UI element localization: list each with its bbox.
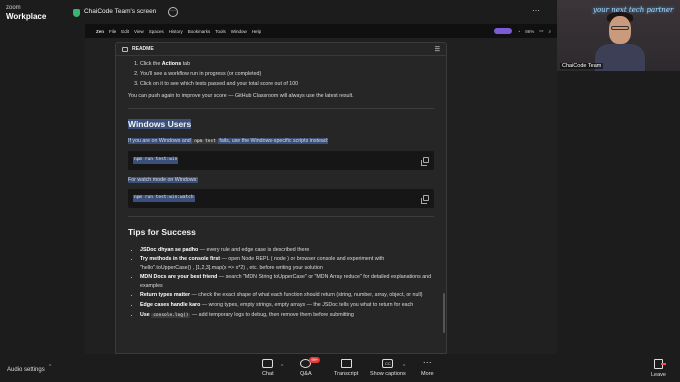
code-text: npm run test:win	[133, 157, 179, 165]
book-icon	[122, 46, 128, 52]
menu-tools[interactable]: Tools	[215, 29, 226, 34]
qa-button[interactable]: 99+ Q&A	[300, 357, 321, 377]
menu-window[interactable]: Window	[231, 29, 247, 34]
tips-heading: Tips for Success	[128, 227, 196, 238]
share-title[interactable]: ChaiCode Team's screen	[84, 8, 156, 15]
audio-settings-button[interactable]: Audio settings	[7, 367, 45, 373]
participant-name: ChaiCode Team	[560, 63, 604, 69]
chevron-up-icon[interactable]: ^	[281, 364, 283, 370]
leave-label: Leave	[651, 372, 666, 378]
transcript-icon	[340, 359, 352, 368]
menu-app-name[interactable]: Zen	[96, 29, 104, 34]
divider	[128, 108, 434, 109]
wifi-icon[interactable]: ◔	[517, 29, 520, 34]
zoom-logo: zoom Workplace	[6, 4, 46, 21]
list-item: Click the Actions tab	[140, 60, 434, 68]
battery-icon[interactable]: ▭	[539, 28, 543, 34]
shared-screen: Zen File Edit View Spaces History Bookma…	[85, 24, 557, 354]
list-item: Try methods in the console first — open …	[140, 255, 434, 271]
leave-icon	[654, 359, 666, 369]
captions-icon: CC	[382, 359, 394, 368]
list-item: MDN Docs are your best friend — search "…	[140, 273, 434, 289]
more-button[interactable]: ··· More	[421, 357, 434, 378]
recording-pill-icon[interactable]	[494, 28, 513, 34]
windows-heading: Windows Users	[128, 119, 192, 129]
participant-face	[609, 16, 631, 44]
captions-label: Show captions	[370, 371, 406, 377]
outline-icon[interactable]: ☰	[435, 46, 440, 53]
more-label: More	[421, 371, 434, 377]
list-item: JSDoc dhyan se padho — every rule and ed…	[140, 246, 434, 254]
list-item: Click on it to see which tests passed an…	[140, 80, 434, 88]
meeting-toolbar: Audio settings ^ Chat ^ 99+ Q&A Transcri…	[0, 354, 680, 382]
transcript-button[interactable]: Transcript	[334, 359, 358, 377]
chat-icon	[262, 359, 274, 368]
menu-help[interactable]: Help	[252, 29, 261, 34]
divider	[128, 216, 434, 218]
menu-file[interactable]: File	[109, 29, 116, 34]
transcript-label: Transcript	[334, 371, 359, 377]
readme-content: Click the Actions tab You'll see a workf…	[116, 56, 446, 320]
more-horizontal-icon: ···	[422, 357, 432, 367]
readme-panel: README ☰ Click the Actions tab You'll se…	[115, 42, 447, 354]
zoom-window: zoom Workplace ChaiCode Team's screen ··…	[0, 0, 680, 382]
code-block-test-win-watch: npm run test:win:watch	[128, 189, 434, 209]
zoom-brand-line1: zoom	[6, 5, 21, 11]
qa-badge: 99+	[309, 357, 321, 363]
tips-list: JSDoc dhyan se padho — every rule and ed…	[128, 246, 434, 320]
chat-button[interactable]: Chat	[262, 359, 274, 377]
code-text: npm run test:win:watch	[133, 195, 195, 203]
menu-bookmarks[interactable]: Bookmarks	[188, 29, 211, 34]
mac-menu-bar: Zen File Edit View Spaces History Bookma…	[85, 24, 557, 38]
readme-header: README ☰	[116, 43, 446, 56]
chevron-up-icon[interactable]: ^	[403, 364, 405, 370]
zoom-brand-line2: Workplace	[6, 12, 47, 21]
shield-icon[interactable]	[73, 9, 80, 17]
steps-list: Click the Actions tab You'll see a workf…	[128, 60, 434, 88]
list-item: You'll see a workflow run in progress (o…	[140, 70, 434, 78]
list-item: Return types matter — check the exact sh…	[140, 291, 434, 299]
scrollbar[interactable]	[443, 293, 445, 333]
neon-sign: your next tech partner	[593, 6, 674, 14]
menu-spaces[interactable]: Spaces	[149, 29, 164, 34]
list-item: Edge cases handle karo — wrong types, em…	[140, 301, 434, 309]
copy-icon[interactable]	[421, 157, 429, 167]
qa-icon: 99+	[300, 357, 321, 368]
mac-status-area: ◔ 86% ▭ ⌕	[494, 28, 557, 34]
leave-button[interactable]: Leave	[651, 359, 666, 378]
readme-title: README	[132, 46, 154, 52]
code-block-test-win: npm run test:win	[128, 151, 434, 171]
search-icon[interactable]: ⌕	[548, 29, 551, 34]
video-tile[interactable]: your next tech partner ChaiCode Team	[557, 0, 680, 71]
menu-history[interactable]: History	[169, 29, 183, 34]
push-note: You can push again to improve your score…	[128, 92, 354, 99]
menu-edit[interactable]: Edit	[121, 29, 129, 34]
more-vertical-icon[interactable]: ⋯	[532, 6, 540, 15]
chevron-up-icon[interactable]: ^	[49, 364, 51, 370]
qa-label: Q&A	[300, 371, 312, 377]
show-captions-button[interactable]: CC Show captions	[370, 359, 406, 377]
menu-view[interactable]: View	[134, 29, 144, 34]
watch-note: For watch mode on Windows:	[128, 177, 198, 184]
copy-icon[interactable]	[421, 195, 429, 205]
chat-label: Chat	[262, 371, 274, 377]
list-item: Use console.log() — add temporary logs t…	[140, 311, 434, 320]
battery-level: 86%	[525, 28, 535, 34]
more-horizontal-icon[interactable]: ···	[168, 7, 178, 17]
windows-paragraph: If you are on Windows and npm test fails…	[128, 138, 329, 145]
